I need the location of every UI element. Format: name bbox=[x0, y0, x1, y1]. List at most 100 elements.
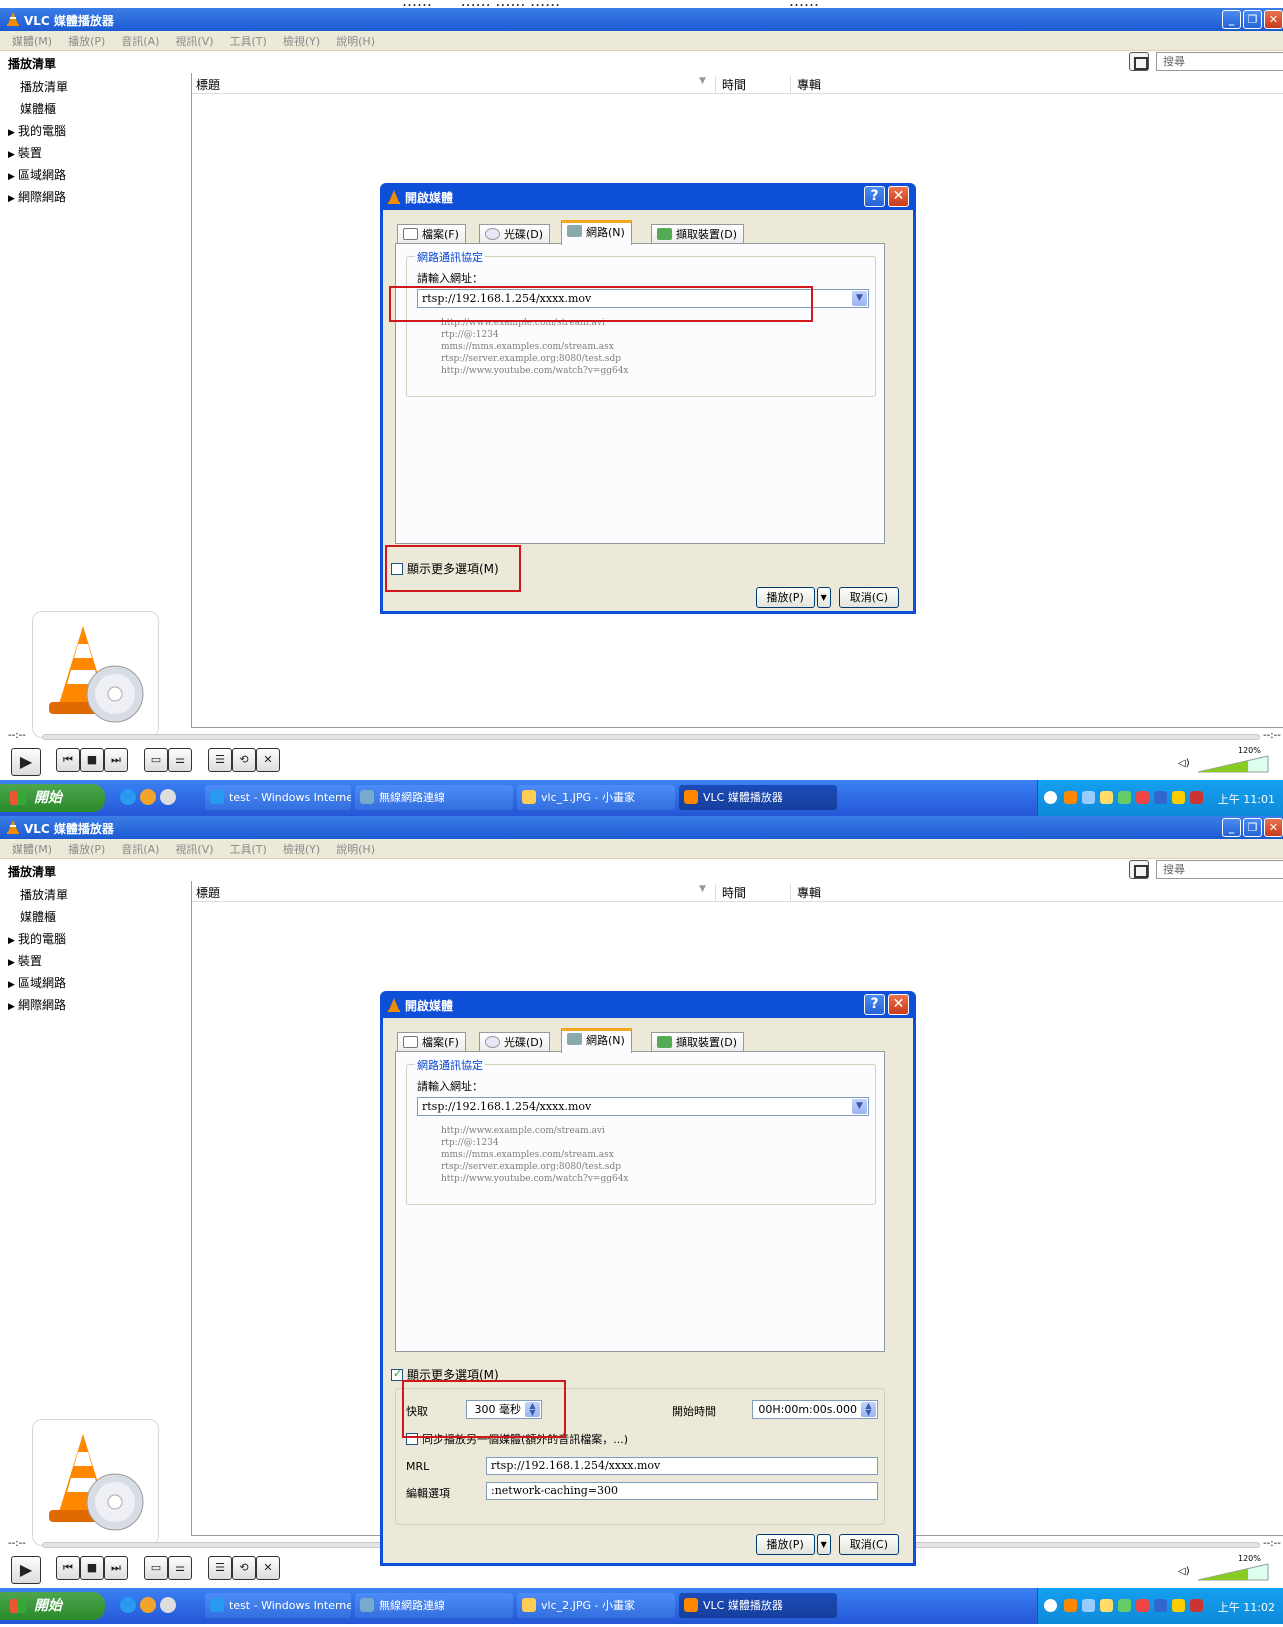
close-button[interactable]: ✕ bbox=[1264, 818, 1283, 837]
shield-tray-icon[interactable] bbox=[1172, 791, 1185, 804]
equalizer-button[interactable]: ⚌ bbox=[168, 1556, 192, 1580]
menu-help[interactable]: 說明(H) bbox=[336, 33, 375, 49]
checkbox-icon[interactable] bbox=[406, 1433, 418, 1445]
help-button[interactable]: ? bbox=[864, 186, 885, 207]
task-paint[interactable]: vlc_1.JPG - 小畫家 bbox=[517, 785, 675, 810]
menu-tools[interactable]: 工具(T) bbox=[230, 33, 267, 49]
play-options-dropdown[interactable]: ▼ bbox=[816, 1534, 831, 1555]
task-ie[interactable]: test - Windows Interne... bbox=[205, 1593, 351, 1618]
firefox-icon[interactable] bbox=[140, 1597, 156, 1613]
shield-tray-icon[interactable] bbox=[1172, 1599, 1185, 1612]
menu-audio[interactable]: 音訊(A) bbox=[121, 33, 159, 49]
tray-expand-icon[interactable] bbox=[1044, 791, 1057, 804]
vlc-tray-icon[interactable] bbox=[1064, 1599, 1077, 1612]
play-options-dropdown[interactable]: ▼ bbox=[816, 587, 831, 608]
seek-bar[interactable]: --:-- --:-- bbox=[0, 730, 1283, 744]
play-button[interactable]: ▶ bbox=[11, 748, 41, 776]
random-button[interactable]: ✕ bbox=[256, 748, 280, 772]
network-tray-icon[interactable] bbox=[1082, 791, 1095, 804]
expand-arrow-icon[interactable]: ▶ bbox=[8, 980, 18, 990]
task-ie[interactable]: test - Windows Interne... bbox=[205, 785, 351, 810]
show-more-checkbox[interactable]: 顯示更多選項(M) bbox=[391, 560, 499, 577]
chevron-down-icon[interactable]: ▼ bbox=[852, 1099, 867, 1114]
column-time[interactable]: 時間 bbox=[715, 884, 746, 901]
minimize-button[interactable]: _ bbox=[1222, 10, 1241, 29]
playlist-toggle-button[interactable]: ☰ bbox=[208, 748, 232, 772]
sidebar-item-my-computer[interactable]: ▶ 我的電腦 bbox=[8, 930, 66, 947]
column-title[interactable]: 標題 bbox=[196, 884, 220, 901]
task-vlc[interactable]: VLC 媒體播放器 bbox=[679, 1593, 837, 1618]
security-tray-icon[interactable] bbox=[1118, 1599, 1131, 1612]
loop-button[interactable]: ⟲ bbox=[232, 748, 256, 772]
menu-media[interactable]: 媒體(M) bbox=[12, 33, 52, 49]
task-vlc[interactable]: VLC 媒體播放器 bbox=[679, 785, 837, 810]
sidebar-item-playlist[interactable]: 播放清單 bbox=[20, 78, 68, 95]
view-mode-button[interactable] bbox=[1129, 860, 1149, 879]
tab-file[interactable]: 檔案(F) bbox=[397, 224, 466, 244]
task-wireless[interactable]: 無線網路連線 bbox=[355, 1593, 513, 1618]
expand-arrow-icon[interactable]: ▶ bbox=[8, 936, 18, 946]
chrome-icon[interactable] bbox=[160, 1597, 176, 1613]
menu-help[interactable]: 說明(H) bbox=[336, 841, 375, 857]
tab-file[interactable]: 檔案(F) bbox=[397, 1032, 466, 1052]
display-tray-icon[interactable] bbox=[1154, 791, 1167, 804]
menu-video[interactable]: 視訊(V) bbox=[175, 33, 213, 49]
tab-capture[interactable]: 擷取裝置(D) bbox=[651, 224, 745, 244]
network-tray-icon[interactable] bbox=[1082, 1599, 1095, 1612]
sidebar-item-my-computer[interactable]: ▶ 我的電腦 bbox=[8, 122, 66, 139]
stop-button[interactable]: ■ bbox=[80, 1556, 104, 1580]
expand-arrow-icon[interactable]: ▶ bbox=[8, 150, 18, 160]
start-time-spinbox[interactable]: 00H:00m:00s.000 ▲ ▼ bbox=[752, 1400, 878, 1419]
previous-button[interactable]: ⏮ bbox=[56, 748, 80, 772]
menu-media[interactable]: 媒體(M) bbox=[12, 841, 52, 857]
minimize-button[interactable]: _ bbox=[1222, 818, 1241, 837]
random-button[interactable]: ✕ bbox=[256, 1556, 280, 1580]
sidebar-item-library[interactable]: 媒體櫃 bbox=[20, 908, 56, 925]
antivirus-tray-icon[interactable] bbox=[1136, 1599, 1149, 1612]
show-more-checkbox[interactable]: 顯示更多選項(M) bbox=[391, 1366, 499, 1383]
url-combobox[interactable]: rtsp://192.168.1.254/xxxx.mov ▼ bbox=[417, 1097, 869, 1116]
play-dialog-button[interactable]: 播放(P) bbox=[755, 1534, 815, 1555]
chevron-down-icon[interactable]: ▼ bbox=[852, 291, 867, 306]
tray-expand-icon[interactable] bbox=[1044, 1599, 1057, 1612]
checkbox-checked-icon[interactable] bbox=[391, 1367, 403, 1381]
sidebar-item-internet[interactable]: ▶ 網際網路 bbox=[8, 188, 66, 205]
menu-view[interactable]: 檢視(Y) bbox=[283, 33, 320, 49]
expand-arrow-icon[interactable]: ▶ bbox=[8, 172, 18, 182]
ie-icon[interactable] bbox=[120, 789, 136, 805]
seek-track[interactable] bbox=[42, 734, 1260, 740]
sound-tray-icon[interactable] bbox=[1100, 1599, 1113, 1612]
previous-button[interactable]: ⏮ bbox=[56, 1556, 80, 1580]
start-button[interactable]: 開始 bbox=[0, 784, 105, 812]
tab-network[interactable]: 網路(N) bbox=[561, 220, 632, 245]
help-button[interactable]: ? bbox=[864, 994, 885, 1015]
tab-disc[interactable]: 光碟(D) bbox=[479, 1032, 551, 1052]
sync-checkbox[interactable]: 同步播放另一個媒體(額外的音訊檔案，...) bbox=[406, 1431, 628, 1447]
checkbox-icon[interactable] bbox=[391, 563, 403, 575]
expand-arrow-icon[interactable]: ▶ bbox=[8, 1002, 18, 1012]
tab-disc[interactable]: 光碟(D) bbox=[479, 224, 551, 244]
sidebar-item-lan[interactable]: ▶ 區域網路 bbox=[8, 166, 66, 183]
cancel-button[interactable]: 取消(C) bbox=[838, 587, 899, 608]
menu-playback[interactable]: 播放(P) bbox=[68, 841, 105, 857]
maximize-button[interactable]: ❐ bbox=[1243, 10, 1262, 29]
dialog-close-button[interactable]: ✕ bbox=[888, 186, 909, 207]
expand-arrow-icon[interactable]: ▶ bbox=[8, 958, 18, 968]
security-tray-icon[interactable] bbox=[1118, 791, 1131, 804]
equalizer-button[interactable]: ⚌ bbox=[168, 748, 192, 772]
column-album[interactable]: 專輯 bbox=[790, 884, 821, 901]
playlist-toggle-button[interactable]: ☰ bbox=[208, 1556, 232, 1580]
view-mode-button[interactable] bbox=[1129, 52, 1149, 71]
sidebar-item-playlist[interactable]: 播放清單 bbox=[20, 886, 68, 903]
ie-icon[interactable] bbox=[120, 1597, 136, 1613]
menu-audio[interactable]: 音訊(A) bbox=[121, 841, 159, 857]
fullscreen-button[interactable]: ▭ bbox=[144, 748, 168, 772]
play-button[interactable]: ▶ bbox=[11, 1556, 41, 1584]
menu-playback[interactable]: 播放(P) bbox=[68, 33, 105, 49]
tab-network[interactable]: 網路(N) bbox=[561, 1028, 632, 1053]
stop-button[interactable]: ■ bbox=[80, 748, 104, 772]
sidebar-item-devices[interactable]: ▶ 裝置 bbox=[8, 952, 42, 969]
display-tray-icon[interactable] bbox=[1154, 1599, 1167, 1612]
sidebar-item-internet[interactable]: ▶ 網際網路 bbox=[8, 996, 66, 1013]
play-dialog-button[interactable]: 播放(P) bbox=[755, 587, 815, 608]
